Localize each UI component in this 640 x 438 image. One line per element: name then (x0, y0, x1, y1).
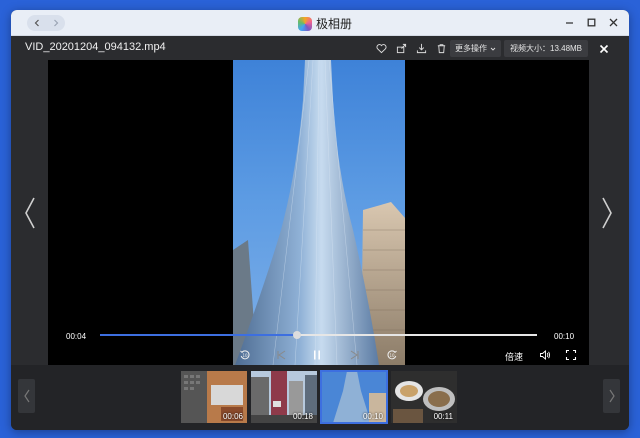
video-viewer[interactable] (48, 60, 589, 365)
share-icon[interactable] (394, 41, 408, 55)
chevron-down-icon (490, 47, 496, 51)
history-nav (27, 15, 65, 31)
thumbnail-duration: 00:11 (433, 412, 453, 421)
trash-icon[interactable] (434, 41, 448, 55)
photo-album-logo-icon (298, 16, 312, 31)
thumbnail-duration: 00:18 (292, 412, 313, 421)
skyscraper-video-image (233, 60, 405, 365)
fullscreen-icon[interactable] (564, 348, 578, 362)
progress-fill (100, 334, 297, 336)
photo-viewer-window: 极相册 VID_20201204_094132.mp4 更多操作 视频大小：13… (11, 10, 629, 430)
current-time: 00:04 (66, 332, 87, 341)
title-bar: 极相册 (11, 10, 629, 36)
svg-text:10: 10 (389, 353, 395, 358)
previous-media-arrow[interactable] (23, 196, 37, 230)
app-title-text: 极相册 (316, 17, 353, 31)
total-time: 00:10 (554, 332, 575, 341)
maximize-icon[interactable] (585, 15, 597, 29)
minimize-icon[interactable] (563, 15, 575, 29)
close-viewer-button[interactable] (594, 39, 613, 58)
replay-10-icon[interactable]: 10 (238, 348, 252, 362)
file-name: VID_20201204_094132.mp4 (25, 41, 166, 53)
thumbnail-1[interactable]: 00:18 (251, 371, 317, 423)
heart-icon[interactable] (374, 41, 388, 55)
playback-speed-button[interactable]: 倍速 (505, 350, 523, 363)
more-actions-label: 更多操作 (455, 44, 487, 53)
thumbnail-3[interactable]: 00:11 (391, 371, 457, 423)
video-size-label: 视频大小：13.48MB (510, 44, 583, 53)
next-icon[interactable] (348, 348, 362, 362)
more-actions-dropdown[interactable]: 更多操作 (450, 40, 501, 57)
thumbnail-0[interactable]: 00:06 (181, 371, 247, 423)
volume-icon[interactable] (538, 348, 552, 362)
svg-text:10: 10 (242, 353, 248, 358)
thumbnail-strip: 00:06 00:18 00:10 00:11 (11, 365, 629, 430)
progress-bar[interactable] (100, 331, 537, 339)
previous-icon[interactable] (274, 348, 288, 362)
close-icon (599, 44, 608, 53)
download-icon[interactable] (414, 41, 428, 55)
thumbnail-duration: 00:06 (222, 412, 243, 421)
strip-scroll-right-button[interactable] (603, 379, 620, 413)
chevron-left-icon (23, 389, 29, 403)
toolbar-actions (374, 41, 448, 55)
progress-handle[interactable] (292, 331, 301, 339)
thumbnail-duration: 00:10 (362, 412, 383, 421)
video-frame (233, 60, 405, 365)
forward-10-icon[interactable]: 10 (385, 348, 399, 362)
strip-scroll-left-button[interactable] (18, 379, 35, 413)
viewer-toolbar: VID_20201204_094132.mp4 更多操作 视频大小：13.48M… (11, 36, 629, 60)
video-size-badge: 视频大小：13.48MB (504, 40, 589, 57)
chevron-left-icon[interactable] (27, 15, 46, 31)
chevron-right-icon (609, 389, 615, 403)
window-controls (563, 15, 619, 29)
chevron-right-icon[interactable] (46, 15, 65, 31)
pause-icon[interactable] (310, 348, 324, 362)
next-media-arrow[interactable] (600, 196, 614, 230)
app-title: 极相册 (298, 15, 352, 32)
close-icon[interactable] (607, 15, 619, 29)
thumbnail-2[interactable]: 00:10 (320, 370, 388, 424)
